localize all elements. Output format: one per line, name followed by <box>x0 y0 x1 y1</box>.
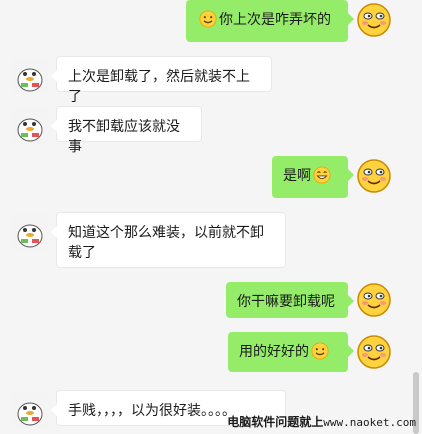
my-avatar[interactable] <box>356 158 392 194</box>
message-row: 你上次是咋弄坏的 <box>0 0 422 48</box>
contact-avatar[interactable] <box>12 108 48 144</box>
outgoing-bubble[interactable]: 用的好好的 <box>228 332 354 372</box>
message-text: 你干嘛要卸载呢 <box>237 294 335 310</box>
laughing-face-icon <box>357 3 391 37</box>
outgoing-bubble[interactable]: 是啊 <box>272 156 354 198</box>
message-row: 上次是卸载了，然后就装不上了 <box>0 56 422 105</box>
watermark: 电脑软件问题就上www.naoket.com <box>227 413 416 430</box>
chat-window: 你上次是咋弄坏的 上次是卸载了，然后就装不上了 我不卸载应该就没事 是啊 知道这… <box>0 0 422 434</box>
message-row: 我不卸载应该就没事 <box>0 106 422 155</box>
message-text: 上次是卸载了，然后就装不上了 <box>68 69 250 105</box>
duck-sticker-icon <box>12 214 48 250</box>
laughing-face-icon <box>357 283 391 317</box>
contact-avatar[interactable] <box>12 58 48 94</box>
my-avatar[interactable] <box>356 334 392 370</box>
message-text: 是啊 <box>283 168 311 184</box>
grin-emoji-icon <box>313 166 331 184</box>
message-text: 手贱，，，，以为很好装。。。。 <box>68 403 236 419</box>
watermark-url: www.naoket.com <box>323 416 416 429</box>
message-text: 用的好好的 <box>239 344 309 360</box>
outgoing-bubble[interactable]: 你上次是咋弄坏的 <box>186 0 354 42</box>
duck-sticker-icon <box>12 392 48 428</box>
duck-sticker-icon <box>12 108 48 144</box>
message-text: 我不卸载应该就没事 <box>68 119 180 155</box>
smile-emoji-icon <box>199 10 217 28</box>
outgoing-bubble[interactable]: 你干嘛要卸载呢 <box>226 282 354 318</box>
message-row: 用的好好的 <box>0 332 422 376</box>
contact-avatar[interactable] <box>12 392 48 428</box>
message-text: 你上次是咋弄坏的 <box>219 12 331 28</box>
contact-avatar[interactable] <box>12 214 48 250</box>
my-avatar[interactable] <box>356 282 392 318</box>
my-avatar[interactable] <box>356 2 392 38</box>
duck-sticker-icon <box>12 58 48 94</box>
watermark-cn: 电脑软件问题就上 <box>227 415 324 429</box>
laughing-face-icon <box>357 335 391 369</box>
message-text: 知道这个那么难装，以前就不卸载了 <box>68 225 264 261</box>
message-row: 你干嘛要卸载呢 <box>0 282 422 326</box>
message-row: 知道这个那么难装，以前就不卸载了 <box>0 212 422 272</box>
message-row: 是啊 <box>0 156 422 200</box>
laughing-face-icon <box>357 159 391 193</box>
incoming-bubble[interactable]: 知道这个那么难装，以前就不卸载了 <box>51 212 286 268</box>
incoming-bubble[interactable]: 上次是卸载了，然后就装不上了 <box>51 56 272 105</box>
smile-emoji-icon <box>311 342 329 360</box>
incoming-bubble[interactable]: 我不卸载应该就没事 <box>51 106 202 155</box>
